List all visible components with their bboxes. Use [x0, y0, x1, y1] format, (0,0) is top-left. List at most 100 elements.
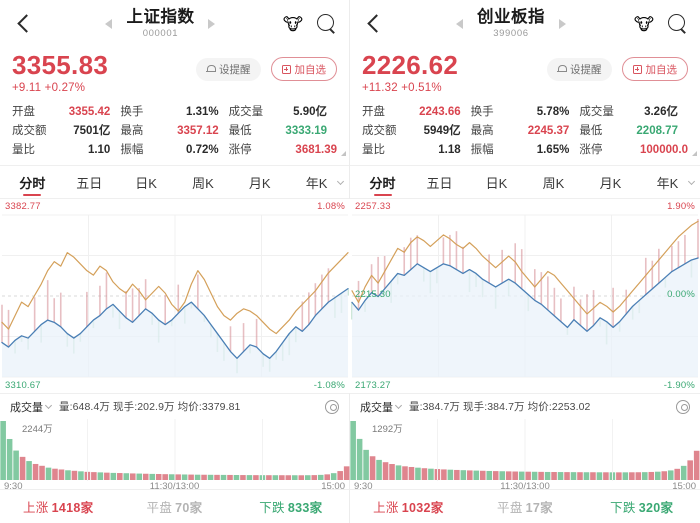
tab-daily-k[interactable]: 日K [118, 166, 175, 198]
bell-icon [206, 64, 215, 74]
cow-face-emoji-icon[interactable]: 🐮 [634, 16, 654, 33]
stat-value: 1.31% [186, 106, 219, 118]
market-breadth-bar: 上涨1418家 平盘70家 下跌833家 [0, 489, 349, 523]
tab-monthly-k[interactable]: 月K [582, 166, 639, 198]
stat-value: 3355.42 [69, 106, 111, 118]
add-to-watchlist-label: 加自选 [295, 62, 327, 77]
price-chart[interactable]: 2257.33 1.90% 2215.30 0.00% 2173.27 -1.9… [350, 199, 700, 393]
quote-price-group: 2226.62 +11.32 +0.51% [362, 50, 458, 97]
cow-face-emoji-icon[interactable]: 🐮 [283, 16, 303, 33]
tab-daily-k[interactable]: 日K [468, 166, 525, 198]
add-to-watchlist-button[interactable]: 加自选 [271, 57, 338, 81]
page-title: 创业板指 [477, 8, 545, 27]
add-to-watchlist-button[interactable]: 加自选 [622, 57, 689, 81]
volume-chart[interactable]: 1292万 [350, 419, 700, 481]
quote-block: 3355.83 +9.11 +0.27% 设提醒 加自选 [0, 48, 349, 157]
breadth-key: 下跌 [259, 501, 285, 515]
stat-cell: 成交量5.90亿 [229, 103, 337, 119]
tab-label: 周K [192, 173, 214, 192]
prev-index-icon[interactable] [105, 19, 112, 29]
header-title-group: 创业板指 399006 [388, 8, 634, 40]
volume-chart[interactable]: 2244万 [0, 419, 350, 481]
tab-label: 周K [543, 173, 565, 192]
tab-fenshi[interactable]: 分时 [4, 166, 61, 198]
header-actions: 🐮 [634, 13, 688, 35]
quote-row: 3355.83 +9.11 +0.27% 设提醒 加自选 [12, 50, 337, 97]
prev-index-icon[interactable] [456, 19, 463, 29]
stat-key: 开盘 [12, 103, 35, 119]
stat-value: 2243.66 [419, 106, 461, 118]
stat-key: 量比 [362, 141, 385, 157]
volume-max-label: 2244万 [22, 421, 53, 435]
set-alert-button[interactable]: 设提醒 [196, 58, 261, 81]
tab-label: 分时 [19, 173, 45, 192]
stat-key: 最高 [120, 122, 143, 138]
period-tabs: 分时 五日 日K 周K 月K 年K [350, 165, 700, 199]
bell-icon [557, 64, 566, 74]
expand-corner-icon[interactable] [341, 151, 346, 156]
axis-bottom-value: 2173.27 [355, 380, 391, 391]
tab-yearly-k[interactable]: 年K [639, 166, 696, 198]
breadth-decliners: 下跌833家 [233, 497, 349, 516]
stat-cell: 振幅1.65% [471, 141, 580, 157]
axis-top-value: 3382.77 [5, 201, 41, 212]
stat-key: 振幅 [120, 141, 143, 157]
stat-value: 3.26亿 [644, 103, 678, 119]
gear-icon[interactable] [676, 400, 690, 414]
stat-cell: 成交量3.26亿 [579, 103, 688, 119]
market-breadth-bar: 上涨1032家 平盘17家 下跌320家 [350, 489, 700, 523]
volume-indicator-selector[interactable]: 成交量 [10, 399, 51, 415]
breadth-value: 70家 [175, 501, 202, 515]
price-change: +11.32 +0.51% [362, 80, 458, 97]
tab-label: 五日 [76, 173, 102, 192]
stat-cell: 涨停100000.0 [579, 141, 688, 157]
tab-wuri[interactable]: 五日 [61, 166, 118, 198]
price-chart-svg [0, 199, 350, 393]
search-icon[interactable] [666, 13, 688, 35]
price-chart[interactable]: 3382.77 1.08% 3310.67 -1.08% [0, 199, 350, 393]
stat-key: 振幅 [471, 141, 494, 157]
breadth-key: 平盘 [497, 501, 523, 515]
next-index-icon[interactable] [208, 19, 215, 29]
change-absolute: +11.32 [362, 82, 398, 94]
stat-value: 3333.19 [285, 125, 327, 137]
tab-label: 分时 [369, 173, 395, 192]
set-alert-button[interactable]: 设提醒 [547, 58, 612, 81]
stat-cell: 最高3357.12 [120, 122, 228, 138]
stat-cell: 换手5.78% [471, 103, 580, 119]
volume-header: 成交量 量:648.4万 现手:202.9万 均价:3379.81 [0, 393, 349, 419]
expand-corner-icon[interactable] [692, 151, 697, 156]
search-icon[interactable] [315, 13, 337, 35]
volume-indicator-selector[interactable]: 成交量 [360, 399, 401, 415]
stat-key: 最高 [471, 122, 494, 138]
back-icon[interactable] [362, 11, 388, 37]
stat-key: 开盘 [362, 103, 385, 119]
breadth-unchanged: 平盘17家 [467, 497, 584, 516]
tab-label: 月K [600, 173, 622, 192]
plus-box-icon [282, 65, 291, 74]
breadth-key: 平盘 [147, 501, 173, 515]
next-index-icon[interactable] [559, 19, 566, 29]
stats-grid: 开盘2243.66 换手5.78% 成交量3.26亿 成交额5949亿 最高22… [362, 103, 688, 157]
header-title-group: 上证指数 000001 [38, 8, 283, 40]
stat-value: 1.18 [438, 144, 460, 156]
stat-cell: 量比 1.18 [362, 141, 471, 157]
tab-weekly-k[interactable]: 周K [174, 166, 231, 198]
back-icon[interactable] [12, 11, 38, 37]
stat-cell: 量比1.10 [12, 141, 120, 157]
change-absolute: +9.11 [12, 82, 41, 94]
dual-index-screens: 上证指数 000001 🐮 3355.83 +9.11 +0.27% [0, 0, 700, 523]
stat-value: 2208.77 [636, 125, 678, 137]
tab-label: 年K [306, 173, 328, 192]
tab-wuri[interactable]: 五日 [411, 166, 468, 198]
stat-value: 0.72% [186, 144, 219, 156]
tab-monthly-k[interactable]: 月K [231, 166, 288, 198]
index-panel-chinext: 创业板指 399006 🐮 2226.62 +11.32 +0.51% [350, 0, 700, 523]
volume-indicator-label: 成交量 [360, 399, 393, 415]
tab-label: 日K [135, 173, 157, 192]
gear-icon[interactable] [325, 400, 339, 414]
tab-fenshi[interactable]: 分时 [354, 166, 411, 198]
tab-yearly-k[interactable]: 年K [288, 166, 345, 198]
stat-cell: 换手1.31% [120, 103, 228, 119]
tab-weekly-k[interactable]: 周K [525, 166, 582, 198]
